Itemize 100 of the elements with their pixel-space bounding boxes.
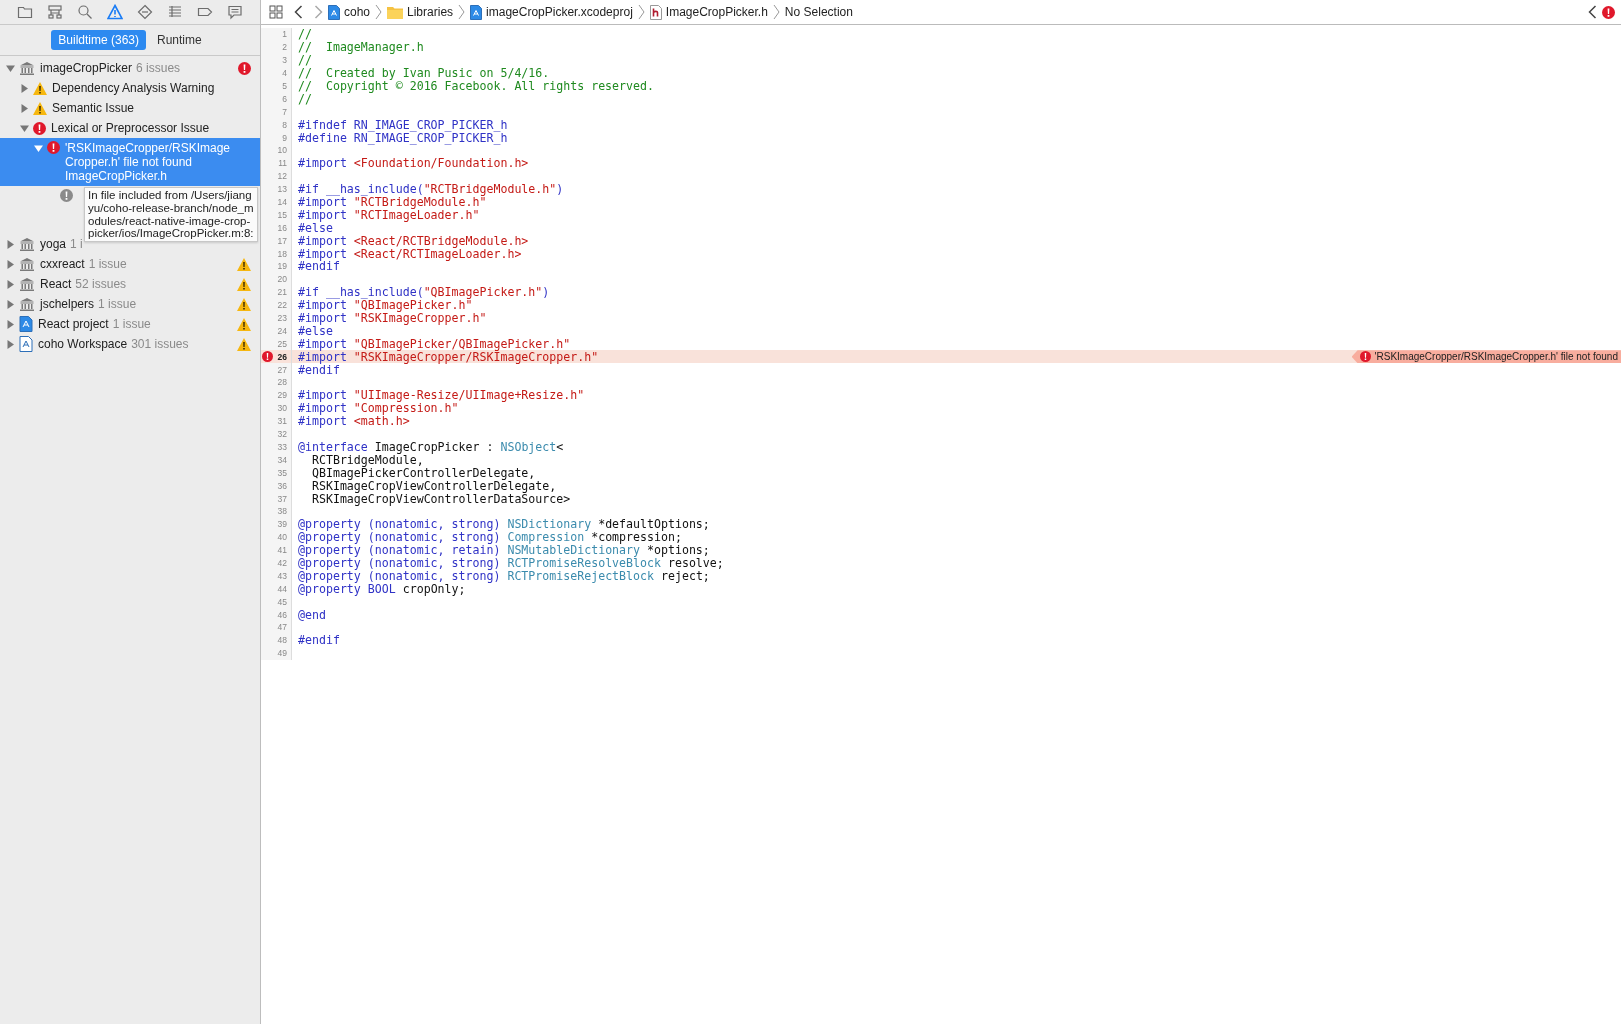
- line-number: 1: [282, 29, 287, 40]
- line-number: 3: [282, 55, 287, 66]
- code-line: #import "Compression.h": [297, 401, 459, 416]
- line-number: 23: [277, 313, 287, 324]
- line-number: 29: [277, 390, 287, 401]
- code-line: #import "RCTBridgeModule.h": [297, 195, 487, 210]
- issue-count: 6 issues: [136, 61, 181, 75]
- line-number: 28: [277, 377, 287, 388]
- line-number: 38: [277, 506, 287, 517]
- code-line: #ifndef RN_IMAGE_CROP_PICKER_h: [297, 117, 508, 132]
- issue-count: 1 issue: [98, 297, 137, 311]
- line-number: 6: [282, 93, 287, 104]
- issue-message: Lexical or Preprocessor Issue: [51, 121, 210, 135]
- target-name: cxxreact: [40, 257, 85, 271]
- code-line: #import <math.h>: [297, 414, 410, 429]
- code-line: #endif: [297, 362, 340, 377]
- target-name: coho Workspace: [38, 337, 128, 351]
- code-line: @property (nonatomic, strong) Compression *compression;: [297, 530, 682, 545]
- code-line: #import <React/RCTImageLoader.h>: [297, 246, 522, 261]
- line-number: 10: [277, 145, 287, 156]
- code-line: #import "UIImage-Resize/UIImage+Resize.h": [297, 388, 585, 403]
- line-number: 48: [277, 635, 287, 646]
- line-number: 12: [277, 171, 287, 182]
- code-line: #import "RSKImageCropper.h": [297, 311, 487, 326]
- issue-message: 'RSKImageCropper/RSKImageCropper.h' file not found: [65, 141, 232, 169]
- line-number: 5: [282, 81, 287, 91]
- line-number: 25: [277, 338, 287, 349]
- line-number: 36: [277, 480, 287, 491]
- code-line: @interface ImageCropPicker : NSObject<: [297, 439, 564, 454]
- issue-count: 52 issues: [75, 277, 127, 291]
- line-number: 27: [277, 364, 287, 375]
- target-name: yoga: [40, 237, 67, 251]
- code-line: #define RN_IMAGE_CROP_PICKER_h: [297, 130, 508, 145]
- line-number: 30: [277, 403, 287, 414]
- tooltip: In file included from /Users/jiangyu/coho-release-branch/node_modules/react-native-image-crop-picker/ios/ImageCropPicker.m:8:: [84, 187, 258, 243]
- code-line: #import <Foundation/Foundation.h>: [297, 156, 529, 171]
- code-line: @property (nonatomic, strong) NSDictionary *defaultOptions;: [297, 517, 710, 532]
- line-number: 49: [277, 648, 287, 659]
- issue-count: 1 issue: [112, 317, 151, 331]
- line-number: 2: [282, 42, 287, 53]
- line-number: 24: [277, 325, 287, 336]
- line-number: 46: [277, 609, 287, 620]
- line-number: 22: [277, 300, 287, 311]
- issue-count: 1 i: [70, 237, 83, 251]
- line-number: 13: [277, 184, 287, 195]
- line-number: 44: [277, 583, 287, 594]
- code-line: //: [297, 27, 312, 42]
- issue-message: Dependency Analysis Warning: [52, 81, 215, 95]
- target-name: React project: [38, 317, 109, 331]
- code-line: #if __has_include("QBImagePicker.h"): [297, 285, 550, 300]
- code-line: @end: [297, 607, 326, 622]
- line-number: 18: [277, 248, 287, 259]
- line-number: 14: [277, 197, 287, 207]
- line-number: 43: [277, 570, 287, 581]
- target-name: React: [40, 277, 72, 291]
- target-name: imageCropPicker: [40, 61, 133, 75]
- code-line: // Copyright © 2016 Facebook. All rights reserved.: [297, 79, 654, 93]
- line-number: 17: [277, 235, 287, 246]
- code-line: #import "QBImagePicker/QBImagePicker.h": [297, 336, 571, 351]
- code-line: //: [297, 53, 312, 68]
- line-number: 8: [282, 119, 287, 130]
- line-number: 7: [282, 106, 287, 117]
- code-line: #endif: [297, 633, 340, 648]
- line-number: 4: [282, 68, 287, 79]
- line-number: 40: [277, 532, 287, 543]
- code-line: #endif: [297, 259, 340, 274]
- line-number: 42: [277, 557, 287, 568]
- line-number: 19: [277, 261, 287, 272]
- code-line: // ImageManager.h: [297, 40, 424, 55]
- code-line: //: [297, 91, 312, 106]
- line-number: 47: [277, 622, 287, 633]
- code-line: RSKImageCropViewControllerDelegate,: [310, 478, 557, 493]
- issue-message: Semantic Issue: [52, 101, 135, 115]
- code-line: #import <React/RCTBridgeModule.h>: [297, 233, 529, 248]
- line-number: 26: [277, 351, 287, 362]
- line-number: 11: [278, 158, 287, 169]
- line-number: 33: [277, 441, 287, 452]
- code-line: QBImagePickerControllerDelegate,: [310, 465, 536, 480]
- line-number: 41: [277, 545, 287, 556]
- issue-file: ImageCropPicker.h: [65, 169, 169, 183]
- line-number: 31: [277, 416, 287, 427]
- line-number: 20: [277, 274, 287, 285]
- line-number: 9: [282, 132, 287, 143]
- code-line: #import "RSKImageCropper/RSKImageCropper.h": [297, 349, 599, 364]
- line-number: 21: [277, 287, 287, 298]
- target-name: jschelpers: [40, 297, 95, 311]
- line-number: 35: [277, 467, 287, 478]
- error-message: 'RSKImageCropper/RSKImageCropper.h' file not found: [1374, 351, 1618, 363]
- code-line: @property (nonatomic, retain) NSMutableDictionary *options;: [297, 543, 710, 558]
- code-line: RCTBridgeModule,: [311, 452, 424, 467]
- line-number: 45: [277, 596, 287, 607]
- code-line: RSKImageCropViewControllerDataSource>: [310, 491, 571, 506]
- line-number: 15: [277, 209, 287, 220]
- code-line: #import "QBImagePicker.h": [297, 298, 473, 313]
- code-line: #else: [297, 323, 333, 338]
- issue-count: 1 issue: [88, 257, 127, 271]
- line-number: 37: [277, 493, 287, 504]
- line-number: 39: [277, 519, 287, 530]
- line-number: 34: [277, 454, 287, 465]
- line-number: 16: [277, 222, 287, 233]
